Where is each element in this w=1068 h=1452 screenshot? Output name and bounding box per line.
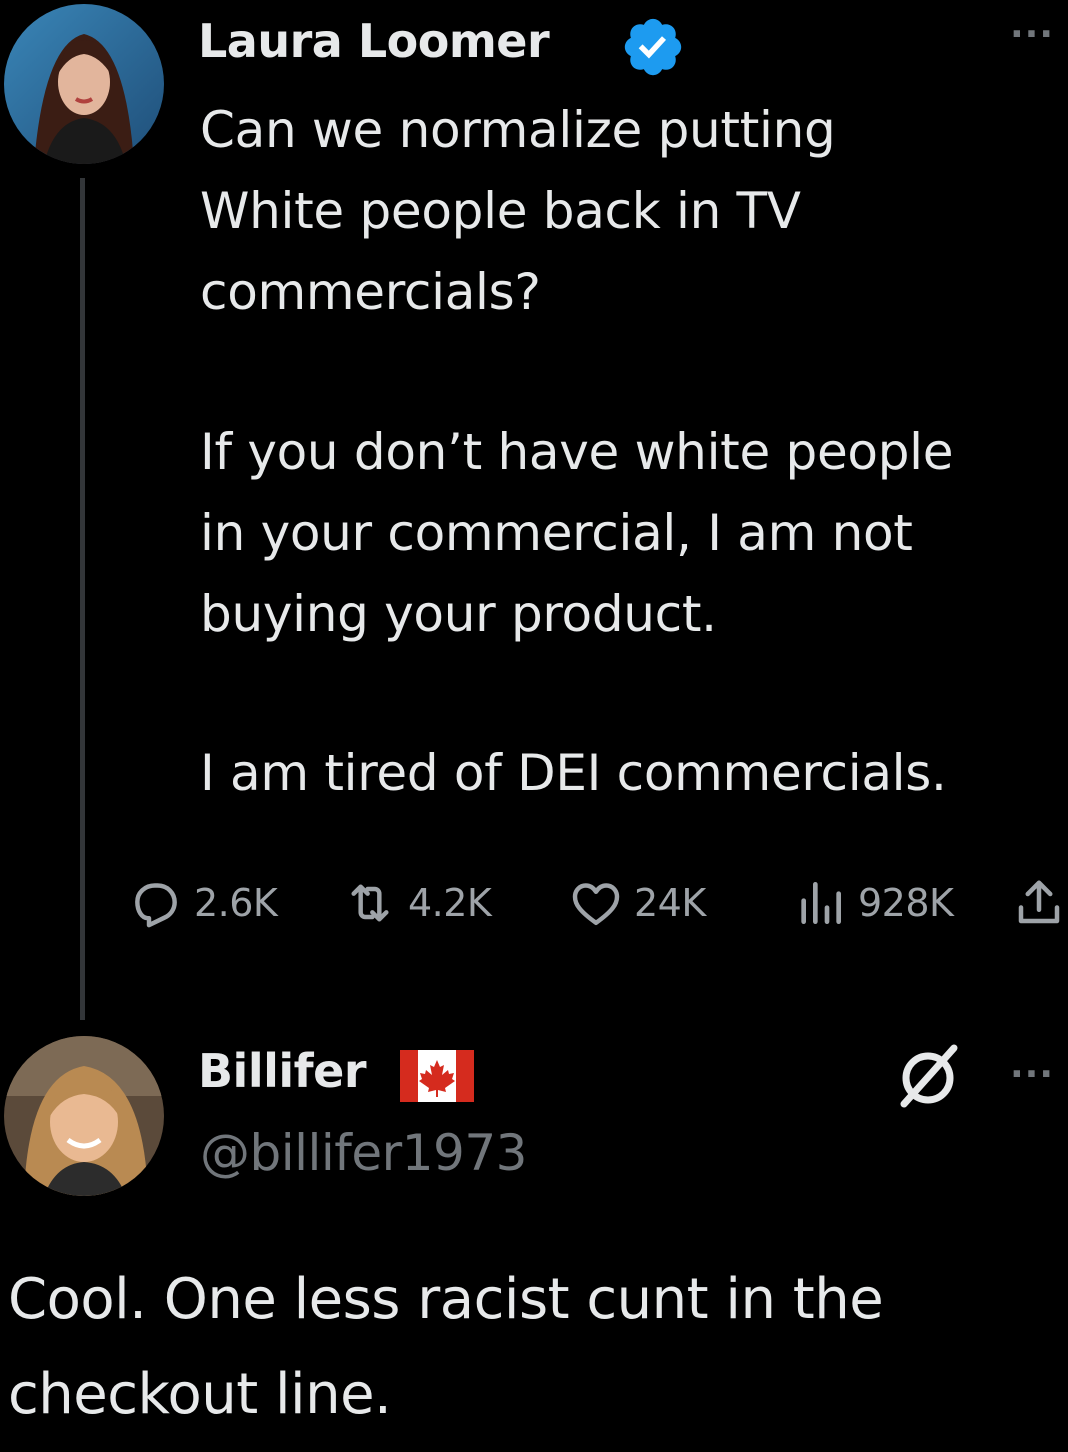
reply-author-handle[interactable]: @billifer1973 — [200, 1124, 527, 1182]
text-line: commercials? — [200, 263, 541, 321]
author-name[interactable]: Laura Loomer — [198, 14, 550, 68]
text-line: Can we normalize putting — [200, 101, 836, 159]
views-button[interactable]: 928K — [792, 868, 954, 938]
text-line: I am tired of DEI commercials. — [200, 744, 947, 802]
author-avatar[interactable] — [4, 4, 164, 164]
retweet-count: 4.2K — [408, 881, 492, 925]
views-count: 928K — [858, 881, 954, 925]
tweet-paragraph-3: I am tired of DEI commercials. — [200, 733, 1060, 814]
canada-flag-icon — [400, 1050, 474, 1102]
no-sign-icon — [900, 1044, 958, 1108]
reply-line: checkout line. — [8, 1362, 392, 1427]
reply-button[interactable]: 2.6K — [128, 868, 278, 938]
tweet-paragraph-2: If you don’t have white people in your co… — [200, 412, 1060, 655]
more-options-icon[interactable]: ··· — [1010, 14, 1054, 55]
reply-icon — [135, 883, 177, 928]
text-line: White people back in TV — [200, 182, 801, 240]
thread-connector-line — [80, 178, 85, 1020]
tweet-paragraph-1: Can we normalize putting White people bac… — [200, 90, 1060, 333]
verified-badge-icon — [624, 18, 682, 76]
share-button[interactable] — [1012, 868, 1066, 938]
heart-icon — [572, 883, 620, 926]
like-button[interactable]: 24K — [568, 868, 706, 938]
share-icon — [1018, 880, 1060, 924]
reply-count: 2.6K — [194, 881, 278, 925]
reply-line: Cool. One less racist cunt in the — [8, 1267, 884, 1332]
text-line: in your commercial, I am not — [200, 504, 913, 562]
text-line: If you don’t have white people — [200, 423, 954, 481]
like-count: 24K — [634, 881, 706, 925]
views-chart-icon — [801, 882, 841, 924]
reply-author-avatar[interactable] — [4, 1036, 164, 1196]
retweet-button[interactable]: 4.2K — [342, 868, 492, 938]
reply-author-name[interactable]: Billifer — [198, 1044, 367, 1098]
more-options-icon[interactable]: ··· — [1010, 1054, 1054, 1095]
reply-body: Cool. One less racist cunt in the checkou… — [8, 1252, 1058, 1442]
text-line: buying your product. — [200, 585, 717, 643]
tweet-action-bar: 2.6K 4.2K 24K 928K — [128, 868, 1068, 938]
retweet-icon — [351, 884, 389, 922]
